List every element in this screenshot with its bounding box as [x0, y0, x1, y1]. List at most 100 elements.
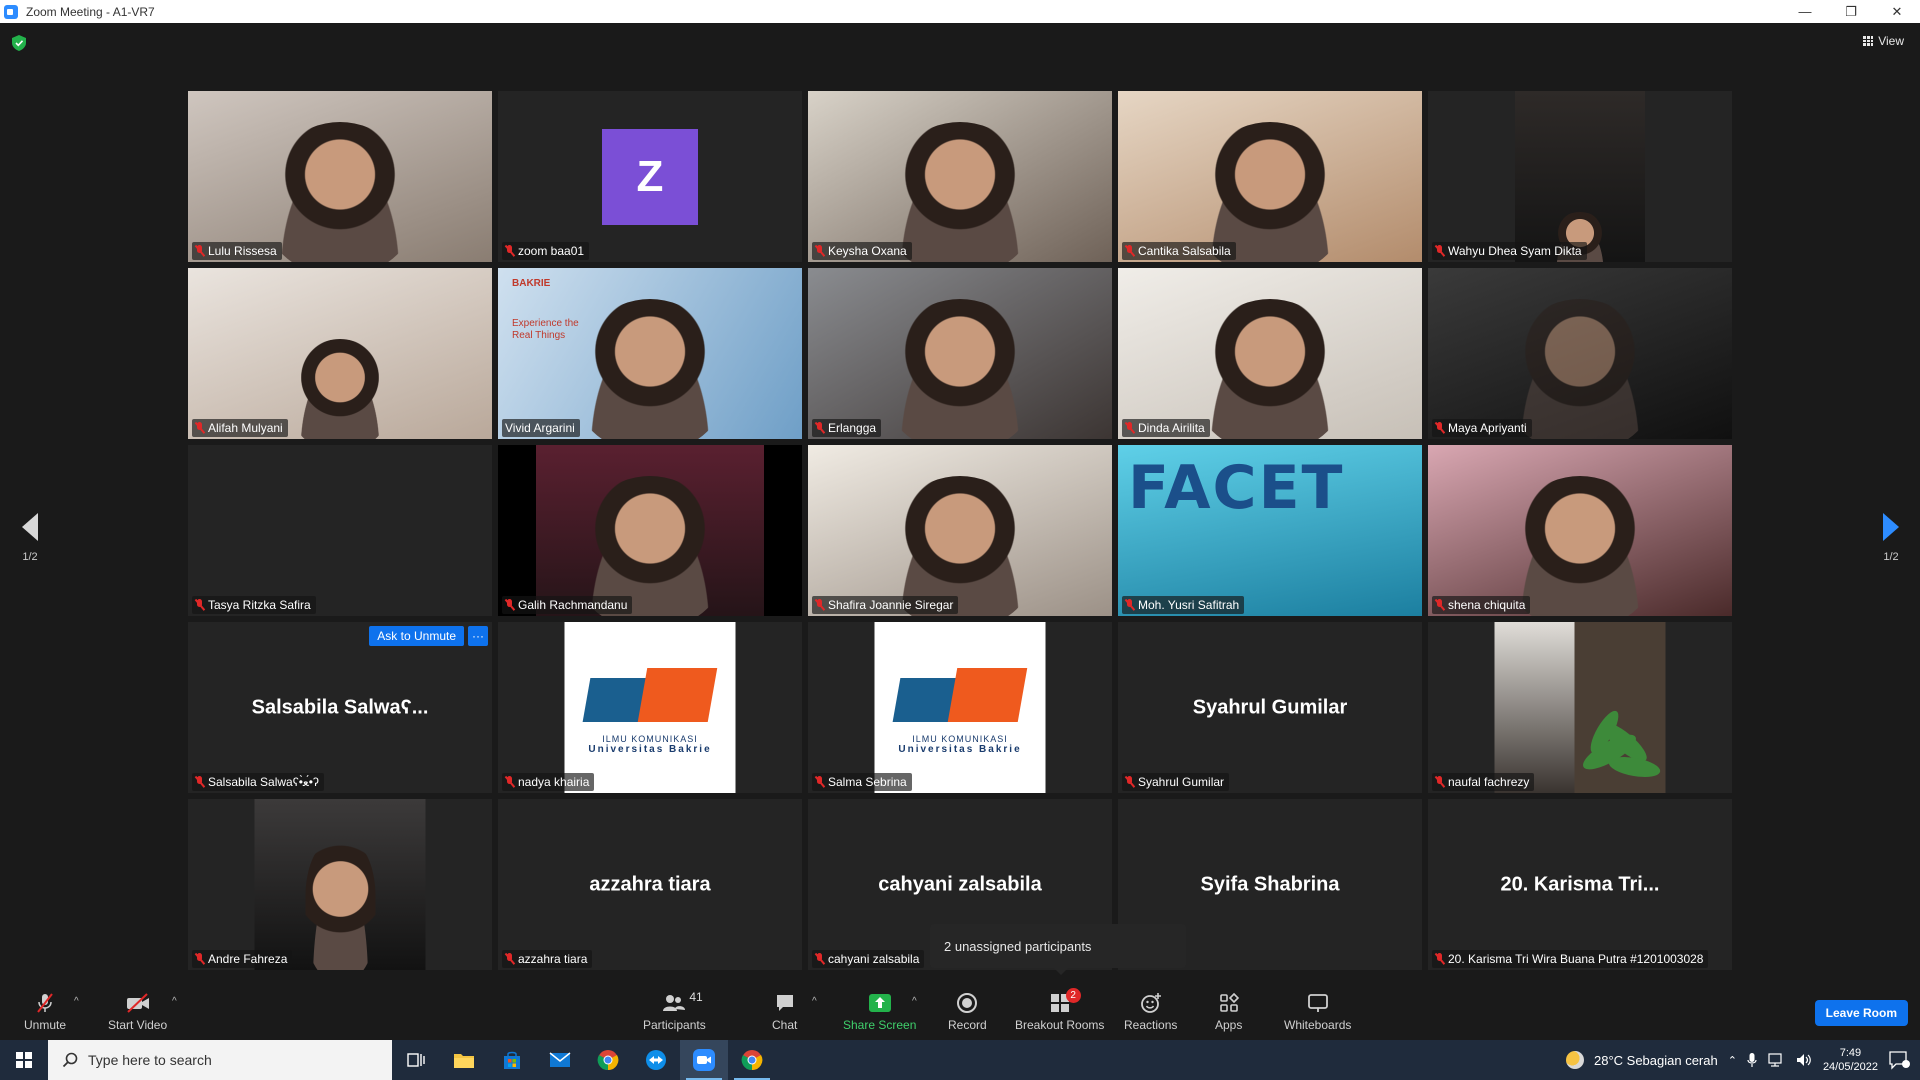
- ask-to-unmute-button[interactable]: Ask to Unmute: [369, 626, 464, 646]
- participant-tile[interactable]: Cantika Salsabila: [1118, 91, 1422, 262]
- minimize-button[interactable]: —: [1782, 0, 1828, 23]
- close-button[interactable]: ✕: [1874, 0, 1920, 23]
- share-options-caret-icon[interactable]: ^: [912, 996, 917, 1007]
- participants-count: 41: [689, 990, 703, 1004]
- reactions-icon: [1140, 993, 1161, 1013]
- encryption-shield-icon[interactable]: [12, 35, 26, 51]
- participant-video: [1428, 445, 1732, 616]
- participant-name-label: Vivid Argarini: [502, 419, 580, 437]
- view-button[interactable]: View: [1863, 34, 1904, 48]
- participant-tile[interactable]: Erlangga: [808, 268, 1112, 439]
- window-title-bar: Zoom Meeting - A1-VR7 — ❐ ✕: [0, 0, 1920, 23]
- participant-tile[interactable]: Shafira Joannie Siregar: [808, 445, 1112, 616]
- video-gallery: Lulu Rissesa Z zoom baa01 Keysha Oxana C…: [188, 91, 1733, 973]
- participant-tile[interactable]: Wahyu Dhea Syam Dikta: [1428, 91, 1732, 262]
- mic-off-icon: [37, 993, 53, 1013]
- participant-name-label: zoom baa01: [502, 242, 590, 260]
- participant-tile[interactable]: ILMU KOMUNIKASI Universitas Bakrie nadya…: [498, 622, 802, 793]
- network-icon[interactable]: [1767, 1052, 1785, 1068]
- participant-tile[interactable]: Dinda Airilita: [1118, 268, 1422, 439]
- participant-video: [808, 91, 1112, 262]
- chevron-up-icon[interactable]: ⌃: [1728, 1054, 1737, 1067]
- file-explorer-button[interactable]: [440, 1040, 488, 1080]
- weather-icon[interactable]: [1565, 1051, 1584, 1069]
- participant-name-label: Tasya Ritzka Safira: [192, 596, 316, 614]
- restore-button[interactable]: ❐: [1828, 0, 1874, 23]
- participant-tile[interactable]: FACET Moh. Yusri Safitrah: [1118, 445, 1422, 616]
- participant-tile[interactable]: Ask to Unmute ··· Salsabila Salwaʕ... Sa…: [188, 622, 492, 793]
- mic-muted-icon: [815, 245, 824, 257]
- leave-room-button[interactable]: Leave Room: [1814, 1000, 1908, 1026]
- teamviewer-button[interactable]: [632, 1040, 680, 1080]
- mail-icon: [549, 1052, 571, 1067]
- participant-tile[interactable]: Keysha Oxana: [808, 91, 1112, 262]
- participant-tile[interactable]: Galih Rachmandanu: [498, 445, 802, 616]
- chat-label: Chat: [772, 1018, 798, 1032]
- reactions-button[interactable]: Reactions: [1124, 992, 1177, 1032]
- taskbar-search[interactable]: Type here to search: [48, 1040, 392, 1080]
- breakout-rooms-button[interactable]: 2 Breakout Rooms: [1015, 988, 1105, 1032]
- chrome-icon: [597, 1050, 619, 1071]
- store-button[interactable]: [488, 1040, 536, 1080]
- virtual-background-brand: BAKRIE: [512, 278, 551, 289]
- participant-tile[interactable]: Syahrul Gumilar Syahrul Gumilar: [1118, 622, 1422, 793]
- participant-display-name: Syifa Shabrina: [1200, 873, 1340, 895]
- participant-tile[interactable]: Lulu Rissesa: [188, 91, 492, 262]
- unmute-label: Unmute: [24, 1018, 67, 1032]
- record-button[interactable]: Record: [948, 992, 987, 1032]
- prev-page-button[interactable]: 1/2: [15, 513, 45, 563]
- participant-name-label: Andre Fahreza: [192, 950, 293, 968]
- whiteboards-button[interactable]: Whiteboards: [1284, 992, 1351, 1032]
- participant-tile[interactable]: Tasya Ritzka Safira: [188, 445, 492, 616]
- participant-tile[interactable]: naufal fachrezy: [1428, 622, 1732, 793]
- participant-tile[interactable]: Andre Fahreza: [188, 799, 492, 970]
- page-indicator-left: 1/2: [22, 551, 38, 563]
- video-options-caret-icon[interactable]: ^: [172, 996, 177, 1007]
- participant-tile[interactable]: Alifah Mulyani: [188, 268, 492, 439]
- more-options-button[interactable]: ···: [468, 626, 488, 646]
- participant-tile[interactable]: Z zoom baa01: [498, 91, 802, 262]
- chat-button[interactable]: Chat: [772, 992, 797, 1032]
- unmute-button[interactable]: Unmute: [24, 992, 66, 1032]
- start-button[interactable]: [0, 1040, 48, 1080]
- mic-muted-icon: [1435, 599, 1444, 611]
- audio-options-caret-icon[interactable]: ^: [74, 996, 79, 1007]
- chat-options-caret-icon[interactable]: ^: [812, 996, 817, 1007]
- mic-muted-icon: [195, 245, 204, 257]
- next-page-button[interactable]: 1/2: [1876, 513, 1906, 563]
- participant-tile[interactable]: Maya Apriyanti: [1428, 268, 1732, 439]
- participant-tile[interactable]: ILMU KOMUNIKASI Universitas Bakrie Salma…: [808, 622, 1112, 793]
- logo-line-1: ILMU KOMUNIKASI: [912, 734, 1008, 744]
- participant-tile[interactable]: shena chiquita: [1428, 445, 1732, 616]
- participant-tile[interactable]: azzahra tiara azzahra tiara: [498, 799, 802, 970]
- virtual-background-text: FACET: [1128, 453, 1345, 523]
- weather-text[interactable]: 28°C Sebagian cerah: [1594, 1053, 1718, 1068]
- chrome-button[interactable]: [584, 1040, 632, 1080]
- logo-line-2: Universitas Bakrie: [898, 744, 1022, 755]
- chrome-icon: [741, 1050, 763, 1071]
- mail-button[interactable]: [536, 1040, 584, 1080]
- breakout-rooms-label: Breakout Rooms: [1015, 1018, 1105, 1032]
- grid-icon: [1863, 36, 1874, 46]
- clock[interactable]: 7:49 24/05/2022: [1823, 1046, 1878, 1074]
- zoom-taskbar-button[interactable]: [680, 1040, 728, 1080]
- active-speaker-tile[interactable]: BAKRIE Experience the Real Things Vivid …: [498, 268, 802, 439]
- search-placeholder: Type here to search: [88, 1052, 212, 1068]
- start-video-button[interactable]: Start Video: [108, 992, 167, 1032]
- reactions-label: Reactions: [1124, 1018, 1178, 1032]
- mic-muted-icon: [1125, 422, 1134, 434]
- apps-button[interactable]: Apps: [1215, 992, 1242, 1032]
- clock-time: 7:49: [1839, 1047, 1862, 1059]
- chrome-profile-button[interactable]: [728, 1040, 776, 1080]
- volume-icon[interactable]: [1795, 1052, 1813, 1068]
- task-view-button[interactable]: [392, 1040, 440, 1080]
- virtual-background-text: Experience the Real Things: [512, 318, 579, 341]
- participant-name-label: nadya khairia: [502, 773, 595, 791]
- share-screen-button[interactable]: Share Screen: [843, 992, 916, 1032]
- participants-button[interactable]: 41 Participants: [643, 990, 706, 1032]
- notifications-icon[interactable]: [1888, 1050, 1910, 1070]
- microphone-icon[interactable]: [1747, 1052, 1757, 1068]
- participant-tile[interactable]: 20. Karisma Tri... 20. Karisma Tri Wira …: [1428, 799, 1732, 970]
- participant-display-name: 20. Karisma Tri...: [1500, 873, 1660, 895]
- mic-muted-icon: [505, 599, 514, 611]
